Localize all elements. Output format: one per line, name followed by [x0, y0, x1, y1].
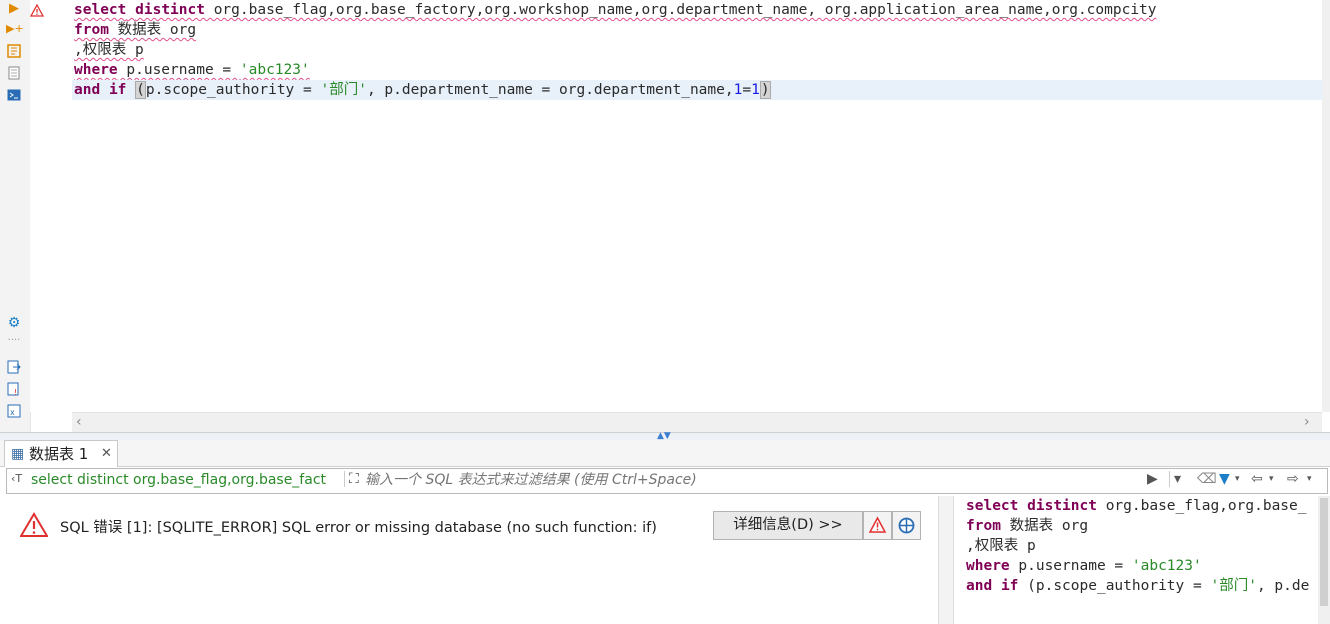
load-script-icon[interactable] — [6, 66, 22, 80]
code-token: select — [74, 2, 127, 18]
run-script-icon[interactable]: ▶+ — [6, 22, 24, 36]
query-preview-pane: select distinct org.base_flag,org.base_ f… — [960, 496, 1318, 624]
code-line[interactable]: select distinct org.base_flag,org.base_f… — [74, 0, 1157, 20]
code-token: ,权限表 p — [966, 538, 1036, 554]
tab-results-1[interactable]: ▦ 数据表 1 ✕ — [4, 440, 118, 467]
code-token: from — [966, 518, 1001, 534]
filter-input[interactable] — [365, 471, 1145, 489]
line-marker-column — [29, 0, 72, 412]
code-token: '部门' — [1210, 578, 1257, 594]
code-token: p.scope_authority = — [145, 82, 321, 98]
code-token: , p.department_name = org.department_nam… — [366, 82, 734, 98]
code-token: = — [742, 82, 752, 98]
results-panel: SQL 错误 [1]: [SQLITE_ERROR] SQL error or … — [6, 496, 932, 624]
filter-dropdown-icon[interactable]: ▾ — [1235, 474, 1240, 484]
code-token: 'abc123' — [239, 62, 310, 78]
query-icon: ‹T — [11, 472, 23, 485]
scroll-right-icon[interactable]: › — [1304, 414, 1310, 430]
filter-icon[interactable]: ▼ — [1219, 471, 1230, 487]
explain-plan-icon[interactable] — [6, 44, 22, 58]
code-token: org.base_flag,org.base_ — [1096, 498, 1307, 514]
code-line[interactable]: where p.username = 'abc123' — [966, 556, 1202, 576]
tab-label: 数据表 1 — [29, 445, 89, 463]
code-token: p.username = — [117, 62, 240, 78]
code-token: if — [108, 82, 127, 98]
error-log-button[interactable] — [863, 511, 892, 540]
code-line[interactable]: and if (p.scope_authority = '部门', p.de — [966, 576, 1309, 596]
results-filter-bar: ‹T select distinct org.base_flag,org.bas… — [6, 468, 1328, 494]
scroll-thumb[interactable] — [1320, 498, 1328, 606]
code-line[interactable]: select distinct org.base_flag,org.base_ — [966, 496, 1306, 516]
preview-scrollbar[interactable] — [1318, 496, 1330, 624]
code-token: org.base_flag,org.base_factory,org.works… — [204, 2, 1157, 18]
code-token: ( — [135, 81, 146, 99]
code-token: if — [1000, 578, 1019, 594]
console-icon[interactable] — [6, 88, 22, 102]
code-token: '部门' — [320, 82, 367, 98]
import-icon[interactable]: x — [6, 404, 22, 418]
code-token: p.username = — [1009, 558, 1132, 574]
error-log-icon[interactable]: ! — [6, 382, 22, 397]
forward-arrow-icon[interactable]: ⇨ — [1287, 471, 1299, 487]
settings-gear-icon[interactable]: ⚙ — [6, 316, 22, 330]
svg-text:x: x — [10, 408, 15, 417]
target-icon[interactable] — [892, 511, 921, 540]
table-grid-icon: ▦ — [11, 446, 25, 462]
close-icon[interactable]: ✕ — [101, 441, 112, 467]
expand-icon[interactable]: ⛶ — [344, 471, 359, 487]
run-statement-icon[interactable]: ▶ — [6, 2, 22, 16]
editor-side-toolbar: ▶ ▶+ ⚙ ···· ! x — [0, 0, 31, 432]
history-dropdown-icon[interactable]: ▾ — [1169, 471, 1181, 487]
more-dots-icon[interactable]: ···· — [6, 334, 22, 348]
code-line[interactable]: and if (p.scope_authority = '部门', p.depa… — [72, 80, 1322, 100]
code-token: select — [966, 498, 1019, 514]
code-token: (p.scope_authority = — [1018, 578, 1211, 594]
code-token: distinct — [135, 2, 205, 18]
editor-vertical-scrollbar[interactable] — [1322, 0, 1330, 412]
code-token: 数据表 org — [1000, 518, 1089, 534]
code-token: ,权限表 p — [74, 42, 144, 58]
code-line[interactable]: from 数据表 org — [966, 516, 1088, 536]
code-token: 数据表 org — [108, 22, 197, 38]
code-token: and — [966, 578, 993, 594]
warning-triangle-icon — [19, 512, 50, 540]
export-icon[interactable] — [6, 360, 22, 374]
scroll-left-icon[interactable]: ‹ — [76, 414, 82, 430]
details-button[interactable]: 详细信息(D) >> — [713, 511, 863, 540]
code-token: ) — [759, 81, 771, 99]
code-line[interactable]: from 数据表 org — [74, 20, 196, 40]
back-arrow-icon[interactable]: ⇦ — [1251, 471, 1263, 487]
eraser-icon[interactable]: ⌫ — [1197, 471, 1217, 487]
code-line[interactable]: ,权限表 p — [966, 536, 1036, 556]
query-text: select distinct org.base_flag,org.base_f… — [31, 472, 327, 488]
code-token: , p.de — [1256, 578, 1310, 594]
code-token: from — [74, 22, 109, 38]
error-message: SQL 错误 [1]: [SQLITE_ERROR] SQL error or … — [60, 520, 657, 536]
code-token: and — [74, 82, 101, 98]
sql-editor[interactable]: select distinct org.base_flag,org.base_f… — [72, 0, 1322, 412]
panel-divider[interactable] — [938, 496, 954, 624]
code-token: distinct — [1027, 498, 1097, 514]
code-line[interactable]: ,权限表 p — [74, 40, 144, 60]
svg-text:!: ! — [14, 388, 17, 396]
code-token: 1 — [751, 82, 760, 98]
code-line[interactable]: where p.username = 'abc123' — [74, 60, 310, 80]
forward-dropdown-icon[interactable]: ▾ — [1307, 474, 1312, 484]
code-token: where — [74, 62, 118, 78]
back-dropdown-icon[interactable]: ▾ — [1269, 474, 1274, 484]
code-token: 'abc123' — [1131, 558, 1202, 574]
apply-filter-icon[interactable]: ▶ — [1147, 471, 1158, 487]
results-tab-bar: ▦ 数据表 1 ✕ — [0, 440, 1330, 467]
code-token: where — [966, 558, 1010, 574]
error-marker-icon[interactable] — [29, 2, 45, 21]
editor-horizontal-scrollbar[interactable]: ‹ › — [72, 412, 1322, 433]
